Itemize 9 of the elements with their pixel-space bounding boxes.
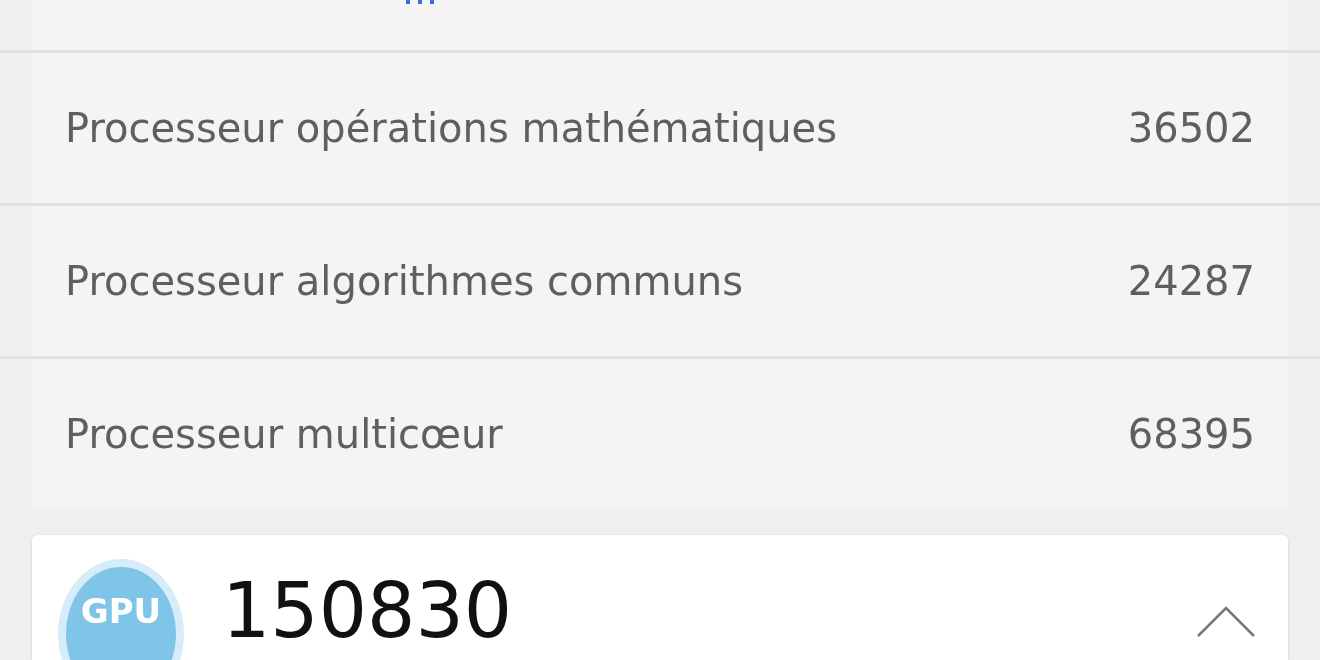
score-value: 24287 bbox=[1127, 258, 1255, 304]
score-value: 68395 bbox=[1127, 411, 1255, 457]
gpu-score: 150830 bbox=[222, 573, 514, 649]
score-value: 36502 bbox=[1127, 105, 1255, 151]
chevron-up-icon[interactable] bbox=[1196, 604, 1256, 638]
score-label: Processeur multicœur bbox=[65, 411, 503, 457]
score-label: Processeur opérations mathématiques bbox=[65, 105, 838, 151]
score-label: Processeur algorithmes communs bbox=[65, 258, 743, 304]
gpu-badge: GPU bbox=[58, 559, 184, 660]
